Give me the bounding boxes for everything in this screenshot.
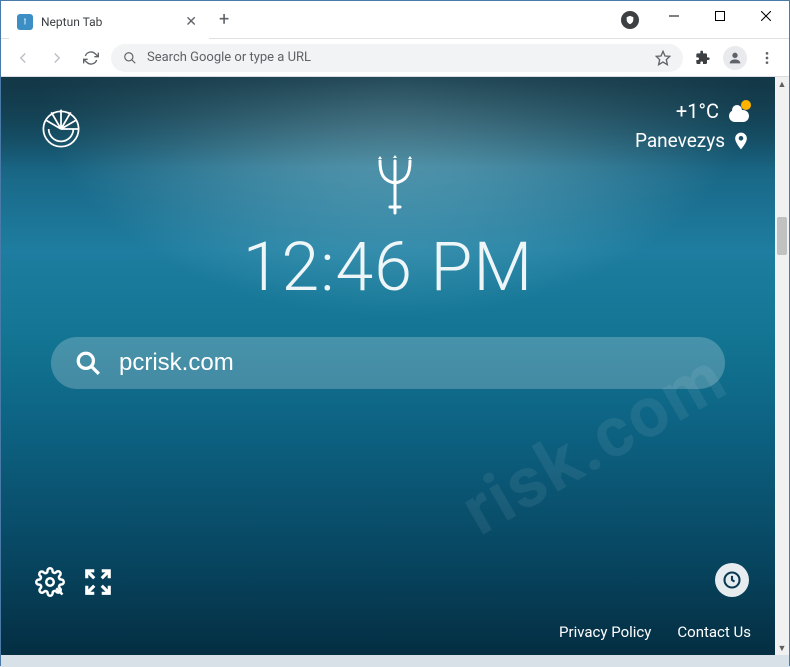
weather-widget[interactable]: +1°C Panevezys bbox=[635, 99, 751, 152]
weather-temp: +1°C bbox=[676, 99, 719, 123]
new-tab-button[interactable]: + bbox=[209, 9, 239, 30]
reload-button[interactable] bbox=[77, 44, 105, 72]
settings-gear-icon[interactable] bbox=[35, 567, 65, 597]
omnibox-placeholder: Search Google or type a URL bbox=[147, 50, 645, 65]
minimize-button[interactable] bbox=[651, 1, 697, 31]
tab-favicon bbox=[17, 14, 33, 30]
forward-button[interactable] bbox=[43, 44, 71, 72]
clock-display: 12:46 PM bbox=[1, 227, 775, 307]
kebab-menu-icon[interactable] bbox=[753, 44, 781, 72]
scrollbar-thumb[interactable] bbox=[777, 217, 787, 255]
incognito-shield-icon bbox=[621, 11, 639, 29]
search-icon bbox=[123, 51, 137, 65]
tab-title: Neptun Tab bbox=[41, 15, 173, 29]
scroll-down-arrow-icon[interactable]: ▼ bbox=[775, 641, 789, 655]
privacy-policy-link[interactable]: Privacy Policy bbox=[559, 623, 651, 641]
footer-links: Privacy Policy Contact Us bbox=[559, 623, 751, 641]
back-button[interactable] bbox=[9, 44, 37, 72]
location-pin-icon bbox=[731, 131, 751, 151]
tab-close-icon[interactable]: ✕ bbox=[181, 14, 201, 30]
address-bar[interactable]: Search Google or type a URL bbox=[111, 44, 683, 72]
clock-history-icon[interactable] bbox=[715, 563, 749, 597]
weather-location: Panevezys bbox=[635, 129, 725, 152]
close-button[interactable] bbox=[743, 1, 789, 31]
extensions-icon[interactable] bbox=[689, 44, 717, 72]
page-search-input[interactable] bbox=[119, 349, 709, 377]
browser-toolbar: Search Google or type a URL bbox=[1, 39, 789, 77]
bookmark-star-icon[interactable] bbox=[655, 50, 671, 66]
bottom-right-controls bbox=[715, 563, 749, 597]
scroll-up-arrow-icon[interactable]: ▲ bbox=[775, 77, 789, 91]
search-icon bbox=[75, 350, 101, 376]
vertical-scrollbar[interactable]: ▲ ▼ bbox=[775, 77, 789, 655]
nautilus-shell-icon[interactable] bbox=[39, 107, 83, 151]
weather-partly-cloudy-icon bbox=[727, 100, 751, 122]
bottom-strip bbox=[1, 655, 789, 667]
browser-tab[interactable]: Neptun Tab ✕ bbox=[9, 5, 209, 39]
window-controls bbox=[651, 1, 789, 31]
bottom-left-controls bbox=[35, 567, 113, 597]
profile-avatar[interactable] bbox=[723, 46, 747, 70]
contact-us-link[interactable]: Contact Us bbox=[677, 623, 751, 641]
page-content: +1°C Panevezys 12:46 PM bbox=[1, 77, 789, 655]
maximize-button[interactable] bbox=[697, 1, 743, 31]
page-search-bar[interactable] bbox=[51, 337, 725, 389]
fullscreen-icon[interactable] bbox=[83, 567, 113, 597]
window-titlebar: Neptun Tab ✕ + bbox=[1, 1, 789, 39]
trident-logo-icon bbox=[372, 155, 418, 219]
